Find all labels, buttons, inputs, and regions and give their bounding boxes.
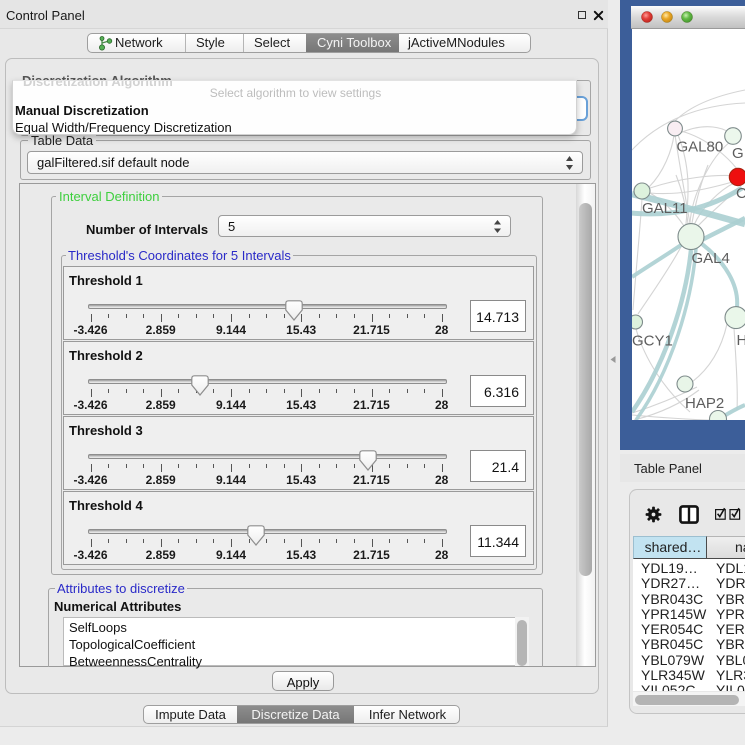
svg-text:GCY1: GCY1	[632, 333, 673, 350]
svg-text:GAL80: GAL80	[677, 139, 724, 156]
svg-text:G.: G.	[732, 145, 745, 162]
svg-text:HAP2: HAP2	[685, 395, 724, 412]
svg-text:H: H	[737, 332, 745, 349]
svg-text:GAL4: GAL4	[692, 250, 730, 267]
svg-text:C: C	[736, 185, 745, 202]
svg-text:GAL11: GAL11	[642, 200, 688, 217]
